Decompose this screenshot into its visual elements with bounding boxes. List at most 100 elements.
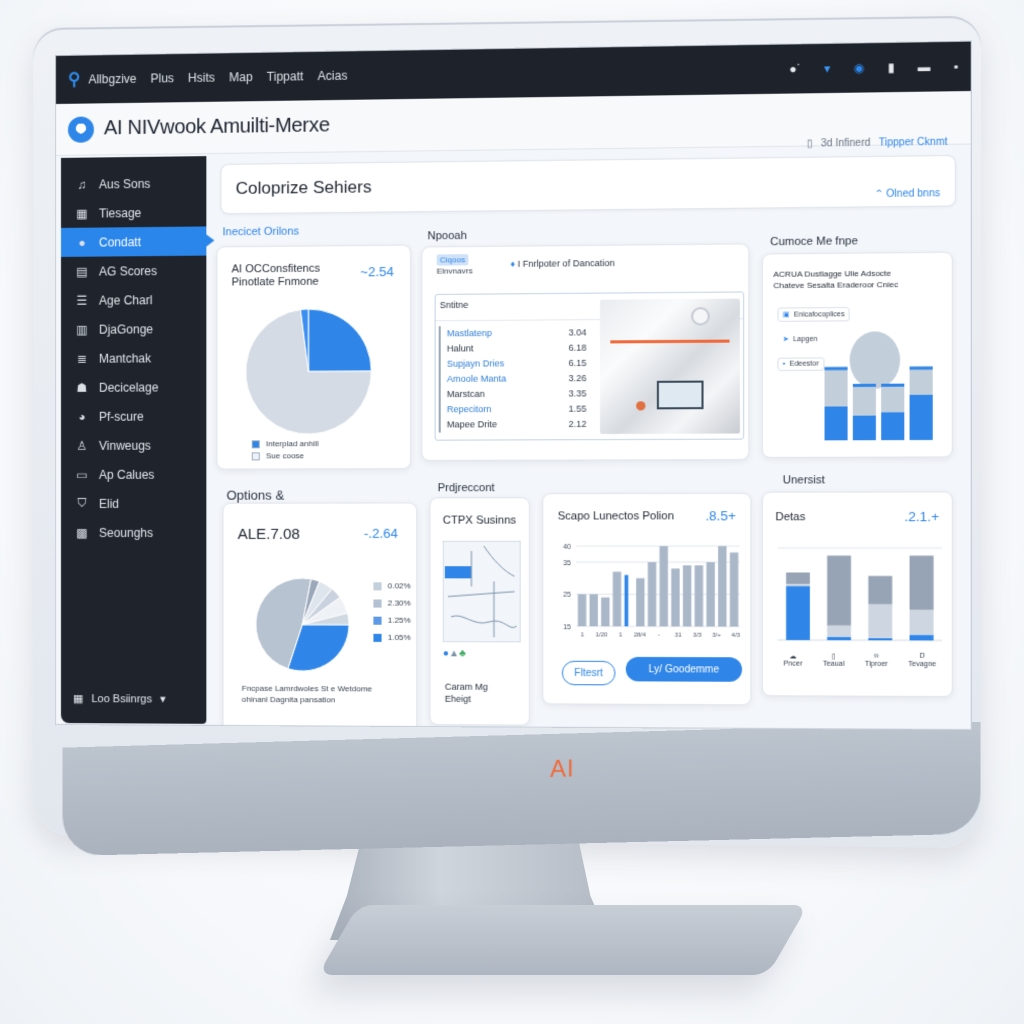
table-row[interactable]: Repecitorn 1.55 [441, 401, 595, 417]
category-label: Pncer [783, 660, 803, 668]
layers-icon: ≣ [76, 351, 87, 366]
pill-button[interactable]: ▣ Enicafocoplices [777, 307, 850, 322]
legend-swatch [373, 633, 382, 642]
bar-segment [909, 394, 933, 441]
bar-segment [909, 366, 933, 395]
user-icon[interactable]: ●˙ [789, 62, 801, 77]
image-object [636, 401, 646, 411]
sidebar-item-condatt[interactable]: ● Condatt [60, 226, 207, 257]
wifi-icon[interactable]: ▾ [824, 61, 830, 75]
sidebar-footer-menu[interactable]: ▦ Loo Bsiinrgs ▾ [73, 692, 166, 706]
pie-legend: 0.02% 2.30% 1.25% 1.05% [373, 578, 411, 642]
category-item[interactable]: ▯ Teaual [823, 652, 845, 667]
battery-icon[interactable]: ▮ [888, 60, 895, 74]
pill-button[interactable]: ▪ Edeestor [777, 357, 825, 371]
section-label: Options & [226, 487, 285, 503]
row-value: 3.04 [568, 327, 587, 338]
sidebar-item-aus-sons[interactable]: ♫ Aus Sons [61, 168, 206, 199]
search-bar[interactable]: Coloprize Sehiers ⌃ Olned bnns [220, 154, 956, 215]
sidebar-item-label: Tiesage [98, 205, 142, 221]
filter-chip[interactable]: ⌃ Olned bnns [875, 188, 941, 200]
search-input[interactable]: Coloprize Sehiers [236, 177, 372, 199]
data-table: Sntitne Mastlatenp 3.04 Halunt 6.18 Supjay… [434, 291, 745, 441]
x-tick-label: 1 [581, 632, 585, 638]
bar-segment [852, 415, 876, 441]
sidebar-item-age-charl[interactable]: ☰ Age Charl [61, 285, 206, 315]
cloud-icon: ☁ [789, 653, 797, 661]
legend-swatch [251, 439, 260, 448]
card-description: Fncpase Lamrdwoles St e Wetdome ohinanl … [241, 683, 373, 705]
legend-swatch [373, 616, 382, 625]
sync-icon[interactable]: ◉ [854, 61, 865, 76]
camera-icon[interactable]: ▬ [918, 60, 931, 75]
section-label: Cumoce Me fnpe [770, 235, 858, 249]
sidebar-item-ap-calues[interactable]: ▭ Ap Calues [61, 460, 206, 489]
bar-segment [786, 572, 810, 584]
y-tick-label: 40 [563, 544, 571, 551]
preview-image[interactable] [599, 298, 740, 435]
legend-label: 0.02% [387, 581, 411, 591]
confidence-pie-chart [240, 304, 382, 436]
bar [577, 594, 587, 627]
x-tick-label: 3/3 [693, 633, 702, 639]
menu-item[interactable]: Tippatt [267, 69, 304, 84]
chat-icon: ● [78, 235, 86, 250]
brand-logo: AI [549, 755, 575, 784]
row-name: Amoole Manta [446, 373, 507, 384]
table-row[interactable]: Marstcan 3.35 [441, 386, 595, 402]
sidebar-item-ag-scores[interactable]: ▤ AG Scores [61, 256, 206, 286]
bar [682, 565, 692, 627]
map-thumbnail[interactable] [442, 540, 521, 643]
row-name: Mapee Drite [446, 419, 498, 430]
table-row[interactable]: Mastlatenp 3.04 [441, 325, 595, 341]
primary-action-button[interactable]: Ly/ Goodemme [625, 656, 743, 682]
row-value: 3.26 [568, 373, 587, 384]
table-row[interactable]: Supjayn Dries 6.15 [441, 356, 595, 372]
pill-button[interactable]: ➤ Lapgen [777, 332, 822, 347]
sidebar-item-elid[interactable]: ⛉ Elid [61, 489, 206, 518]
menu-item[interactable]: Acias [318, 69, 348, 84]
sidebar-item-seounghs[interactable]: ▩ Seounghs [61, 518, 206, 547]
sidebar: ♫ Aus Sons ▦ Tiesage ● Condatt ▤ AG Scores ☰… [60, 156, 207, 724]
filter-button[interactable]: Fltesrt [561, 660, 616, 686]
table-row[interactable]: Halunt 6.18 [441, 340, 595, 356]
x-tick-label: 4/3 [731, 633, 740, 639]
sidebar-item-decicelage[interactable]: ☗ Decicelage [61, 372, 206, 402]
options-card: ALE.7.08 -.2.64 0.02% 2.30% 1.25% 1.05% … [222, 502, 418, 731]
sidebar-item-mantchak[interactable]: ≣ Mantchak [61, 343, 206, 373]
legend-item: Sue coose [251, 451, 319, 460]
legend-label: 2.30% [387, 598, 411, 608]
sidebar-item-label: Age Charl [98, 292, 153, 308]
search-icon[interactable]: ⚲ [68, 70, 80, 90]
sidebar-item-vinweugs[interactable]: ♙ Vinweugs [61, 430, 206, 460]
card-metric: -.2.64 [364, 525, 398, 541]
pill-label: Lapgen [793, 335, 818, 343]
bar-segment [827, 555, 852, 626]
bar-chart-card: Scapo Lunectos Polion .8.5+ 15 25 35 40 1 1/2… [542, 492, 752, 706]
sidebar-item-pf-scure[interactable]: ◕ Pf-scure [61, 401, 206, 431]
server-icon: ▥ [76, 322, 88, 337]
pill-label: Enicafocoplices [793, 310, 845, 319]
category-item[interactable]: ☁ Pncer [783, 652, 802, 667]
bar-segment [852, 383, 876, 416]
bar-segment [881, 411, 905, 441]
sidebar-item-djagonge[interactable]: ▥ DjaGonge [61, 314, 206, 344]
bar-segment [868, 604, 893, 639]
table-row[interactable]: Amoole Manta 3.26 [441, 371, 595, 387]
notification-icon[interactable]: ▪ [954, 59, 959, 73]
y-tick-label: 15 [563, 624, 571, 631]
bar-segment [786, 586, 810, 641]
sidebar-item-label: Elid [98, 496, 119, 511]
table-row[interactable]: Mapee Drite 2.12 [441, 417, 595, 433]
bar [647, 562, 657, 627]
category-item[interactable]: Ꭰ Tevagne [908, 653, 936, 668]
menu-item[interactable]: Allbgzive [88, 72, 136, 87]
card-badge[interactable]: Ciqoos [436, 254, 469, 266]
arrow-icon: ➤ [782, 336, 789, 344]
category-item[interactable]: ⍾ Tiproer [865, 653, 888, 668]
menu-item[interactable]: Plus [151, 71, 174, 85]
menu-item[interactable]: Hsits [188, 71, 215, 85]
bar [601, 597, 610, 627]
menu-item[interactable]: Map [229, 70, 253, 84]
sidebar-item-tiesage[interactable]: ▦ Tiesage [61, 197, 206, 228]
